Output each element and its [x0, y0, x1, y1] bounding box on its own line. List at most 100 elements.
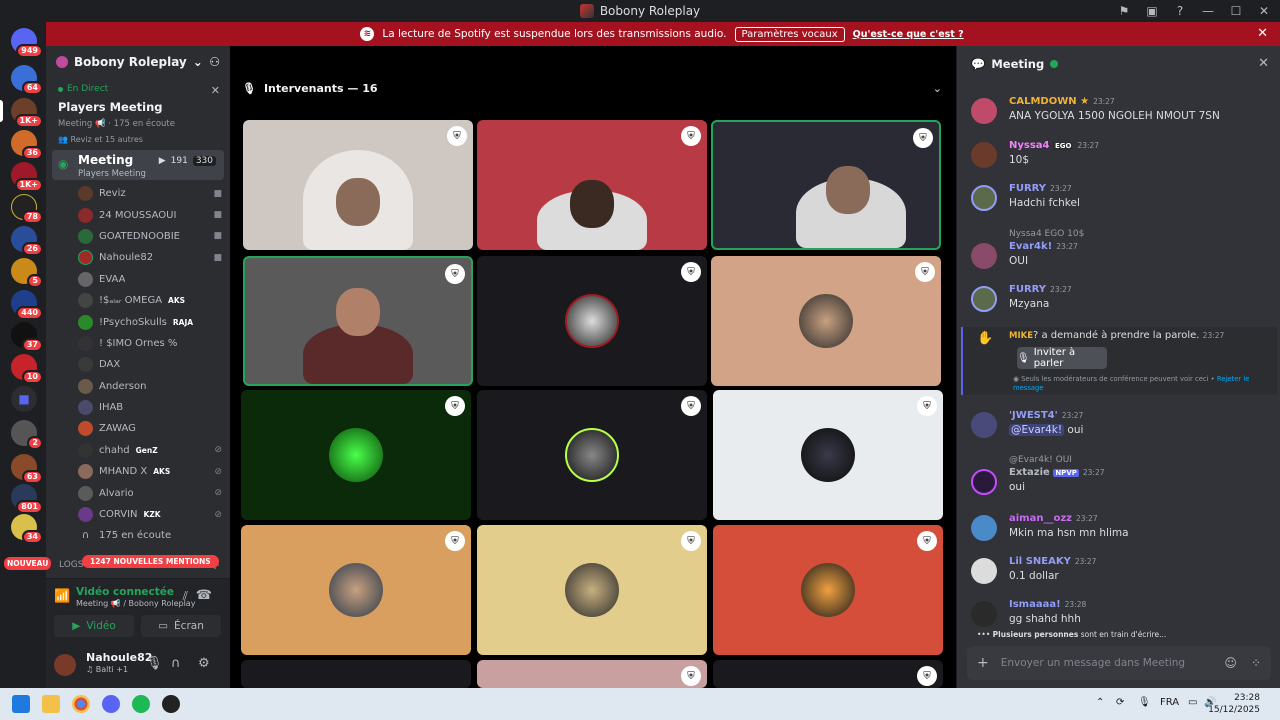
reply-preview[interactable]: Nyssa4 EGO 10$ [1009, 229, 1084, 239]
avatar[interactable] [971, 98, 997, 124]
list-item[interactable]: !$ₐₗₐᵣ OMEGA AKS [78, 290, 224, 311]
app-icon[interactable] [162, 695, 180, 713]
server-icon[interactable]: 63 [11, 454, 43, 484]
chrome-icon[interactable] [72, 695, 90, 713]
list-item[interactable]: DAX [78, 354, 224, 375]
inbox-flag-icon[interactable]: ⚑ [1116, 3, 1132, 19]
list-item[interactable]: GOATEDNOOBIE ■ [78, 226, 224, 247]
server-icon[interactable]: 78 [11, 194, 43, 224]
invite-to-speak-button[interactable]: 🎙 Inviter à parler [1017, 347, 1107, 369]
server-icon[interactable]: 1K+ [11, 162, 43, 192]
audio-tile[interactable]: ⛨ [477, 525, 707, 655]
folder-icon[interactable]: ■ [11, 386, 37, 412]
avatar[interactable] [971, 243, 997, 269]
list-item[interactable]: ! $IMO Ornes % [78, 333, 224, 354]
help-icon[interactable]: ? [1172, 3, 1188, 19]
avatar[interactable] [54, 654, 76, 676]
screen-share-button[interactable]: ▭ Écran [141, 615, 221, 637]
avatar[interactable] [971, 515, 997, 541]
server-header[interactable]: Bobony Roleplay ⌄ ⚇ [46, 46, 230, 78]
home-button[interactable]: 949 [11, 28, 43, 58]
audio-tile[interactable]: ⛨ [713, 525, 943, 655]
minimize-button[interactable]: — [1200, 3, 1216, 19]
video-tile[interactable]: ⛨ [243, 256, 473, 386]
list-item[interactable]: CORVIN KZK ⊘ [78, 504, 224, 525]
noise-suppression-icon[interactable]: ⫽ [183, 589, 188, 604]
apps-icon[interactable]: ⁘ [1251, 656, 1261, 670]
channel-meeting[interactable]: ◉ Meeting Players Meeting ▶ 191 330 [52, 150, 224, 180]
screen-icon[interactable]: ▣ [1144, 3, 1160, 19]
notice-close-icon[interactable]: ✕ [1257, 26, 1268, 41]
audio-tile[interactable]: ⛨ [711, 256, 941, 386]
server-icon[interactable]: 2 [11, 420, 43, 450]
avatar[interactable] [971, 469, 997, 495]
list-item[interactable]: Reviz ■ [78, 183, 224, 204]
list-item[interactable]: 24 MOUSSAOUI ■ [78, 204, 224, 225]
video-tile[interactable]: ⛨ [243, 120, 473, 250]
chevron-up-icon[interactable]: ⌃ [1096, 697, 1104, 708]
video-tile[interactable]: ⛨ [711, 120, 941, 250]
avatar[interactable] [971, 185, 997, 211]
audio-tile[interactable]: ⛨ [477, 256, 707, 386]
listeners-row[interactable]: ∩ 175 en écoute [78, 525, 224, 546]
server-icon[interactable]: 36 [11, 130, 43, 160]
server-icon[interactable]: 64 [11, 65, 43, 95]
list-item[interactable]: Anderson [78, 376, 224, 397]
server-icon[interactable]: 10 [11, 354, 43, 384]
disconnect-icon[interactable]: ☎ [196, 588, 212, 603]
close-event-icon[interactable]: ✕ [211, 84, 220, 97]
list-item[interactable]: Alvario ⊘ [78, 482, 224, 503]
audio-tile[interactable]: ⛨ [713, 660, 943, 688]
list-item[interactable]: !PsychoSkulls RAJA [78, 311, 224, 332]
system-clock[interactable]: 23:28 15/12/2025 [1208, 692, 1260, 716]
file-explorer-icon[interactable] [42, 695, 60, 713]
chevron-down-icon[interactable]: ⌄ [933, 82, 942, 95]
headphones-icon[interactable]: ∩ [171, 656, 181, 671]
add-attachment-icon[interactable]: + [977, 655, 989, 671]
server-icon[interactable]: 801 [11, 484, 43, 514]
avatar[interactable] [971, 412, 997, 438]
server-icon[interactable]: 34 [11, 514, 43, 544]
sync-icon[interactable]: ⟳ [1116, 697, 1124, 708]
server-icon[interactable]: 1K+ [11, 98, 43, 128]
username[interactable]: Nahoule82 [86, 651, 152, 664]
server-icon[interactable]: 37 [11, 322, 43, 352]
speakers-header[interactable]: 🎙 Intervenants — 16 ⌄ [230, 82, 956, 95]
audio-tile[interactable]: ⛨ [241, 390, 471, 520]
add-member-icon[interactable]: ⚇ [209, 55, 220, 69]
server-icon[interactable]: 440 [11, 290, 43, 320]
server-icon[interactable]: 5 [11, 258, 43, 288]
new-mentions-pill[interactable]: 1247 NOUVELLES MENTIONS [82, 555, 219, 568]
video-button[interactable]: ▶ Vidéo [54, 615, 134, 637]
notice-info-link[interactable]: Qu'est-ce que c'est ? [853, 29, 964, 40]
avatar[interactable] [971, 286, 997, 312]
reply-preview[interactable]: @Evar4k! OUI [1009, 455, 1072, 465]
audio-tile[interactable] [241, 660, 471, 688]
audio-tile[interactable]: ⛨ [241, 525, 471, 655]
avatar[interactable] [971, 601, 997, 627]
settings-gear-icon[interactable]: ⚙ [198, 656, 210, 671]
list-item[interactable]: IHAB [78, 397, 224, 418]
list-item[interactable]: ZAWAG [78, 418, 224, 439]
list-item[interactable]: EVAA [78, 269, 224, 290]
message-input[interactable]: + Envoyer un message dans Meeting ☺ ⁘ [967, 646, 1271, 680]
user-mention[interactable]: @Evar4k! [1009, 424, 1065, 436]
server-icon[interactable]: 26 [11, 226, 43, 256]
audio-tile[interactable]: ⛨ [713, 390, 943, 520]
maximize-button[interactable]: ☐ [1228, 3, 1244, 19]
new-servers-pill[interactable]: NOUVEAU [4, 557, 52, 570]
list-item[interactable]: Nahoule82 ■ [78, 247, 224, 268]
spotify-icon[interactable] [132, 695, 150, 713]
microphone-icon[interactable]: 🎙 [1138, 697, 1151, 708]
close-chat-icon[interactable]: ✕ [1258, 56, 1269, 71]
voice-settings-button[interactable]: Paramètres vocaux [734, 26, 845, 42]
emoji-icon[interactable]: ☺ [1224, 656, 1237, 670]
discord-icon[interactable] [102, 695, 120, 713]
start-button-icon[interactable] [12, 695, 30, 713]
audio-tile[interactable]: ⛨ [477, 660, 707, 688]
list-item[interactable]: chahd GenZ ⊘ [78, 440, 224, 461]
microphone-icon[interactable]: 🎙 [146, 656, 163, 671]
audio-tile[interactable]: ⛨ [477, 390, 707, 520]
logs-category[interactable]: LOGS [59, 560, 83, 570]
voice-location[interactable]: Meeting 📢 / Bobony Roleplay [76, 599, 195, 608]
